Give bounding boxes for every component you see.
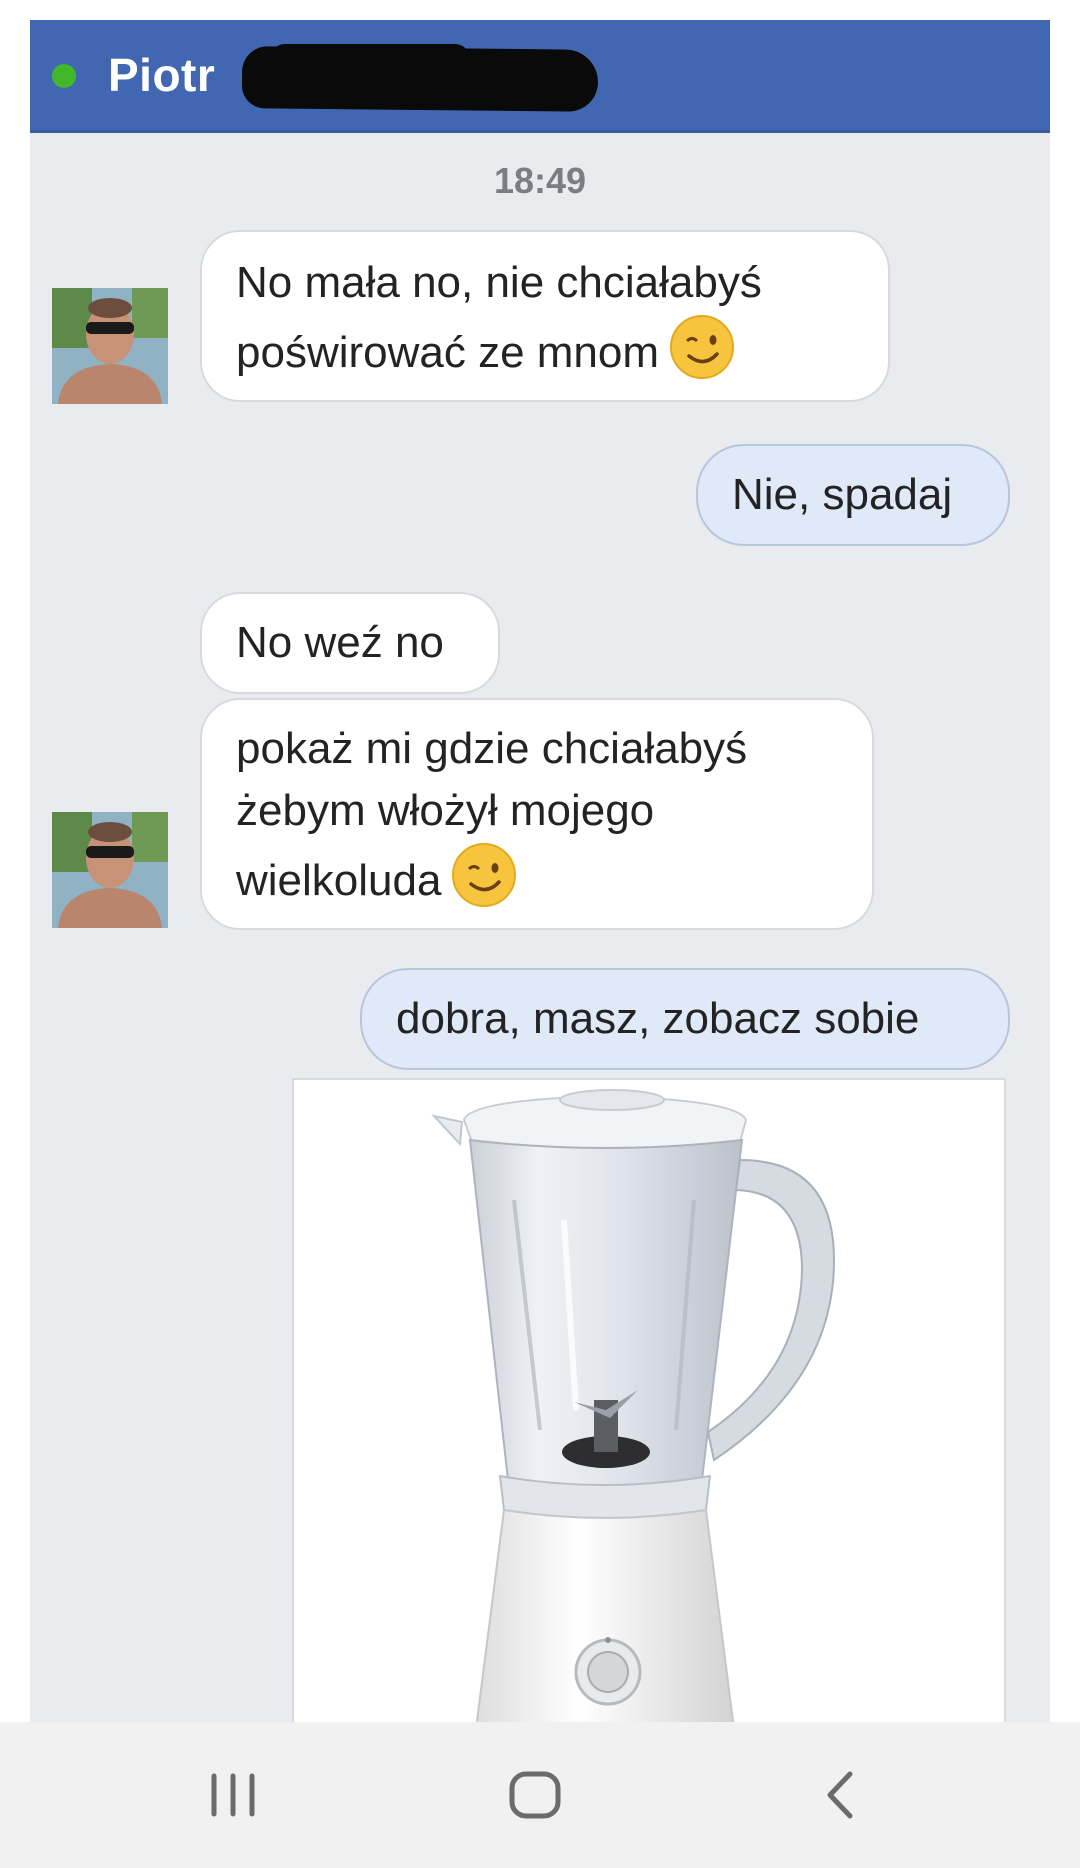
system-navigation-bar [0,1722,1080,1868]
contact-name[interactable]: Piotr [108,48,215,102]
back-icon [827,1771,853,1819]
contact-avatar[interactable] [52,288,168,404]
incoming-message-bubble[interactable]: No weź no [200,592,500,694]
outgoing-message-bubble[interactable]: dobra, masz, zobacz sobie [360,968,1010,1070]
wink-emoji-icon [669,314,735,397]
wink-emoji-icon [451,842,517,925]
message-line: poświrować ze mnom [236,328,660,378]
redaction-mark [241,46,599,112]
blender-photo-attachment[interactable] [292,1078,1006,1722]
blender-image [431,1089,836,1722]
home-icon [509,1771,561,1819]
message-timestamp: 18:49 [493,160,587,201]
message-line: żebym włożył mojego [236,786,655,835]
screen: Piotr 18:49 No mała no, nie chciałabyś p… [0,0,1080,1868]
recent-apps-icon [211,1773,255,1817]
chat-window: Piotr 18:49 No mała no, nie chciałabyś p… [30,20,1050,1722]
message-line: No mała no, nie chciałabyś [236,258,762,307]
outgoing-message-bubble[interactable]: Nie, spadaj [696,444,1010,546]
avatar-photo [52,288,168,404]
contact-avatar[interactable] [52,812,168,928]
online-status-indicator [52,64,76,88]
home-button[interactable] [480,1752,590,1838]
avatar-photo [52,812,168,928]
chat-header[interactable]: Piotr [30,20,1050,133]
message-line: dobra, masz, zobacz sobie [396,994,920,1043]
incoming-message-bubble[interactable]: No mała no, nie chciałabyś poświrować ze… [200,230,890,402]
message-line: No weź no [236,618,444,667]
incoming-message-bubble[interactable]: pokaż mi gdzie chciałabyś żebym włożył m… [200,698,874,930]
back-button[interactable] [784,1752,894,1838]
message-line: Nie, spadaj [732,470,953,519]
message-line: wielkoluda [236,856,442,906]
recent-apps-button[interactable] [178,1752,288,1838]
message-line: pokaż mi gdzie chciałabyś [236,724,748,773]
